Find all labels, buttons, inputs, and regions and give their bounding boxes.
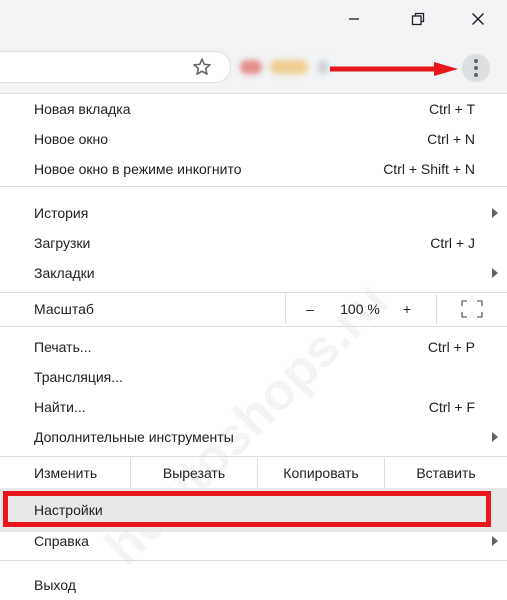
menu-item-print[interactable]: Печать... Ctrl + P: [0, 332, 507, 362]
annotation-highlight-box: [3, 491, 491, 527]
menu-item-new-window[interactable]: Новое окно Ctrl + N: [0, 124, 507, 154]
menu-item-find[interactable]: Найти... Ctrl + F: [0, 392, 507, 422]
chevron-right-icon: [492, 268, 498, 278]
menu-item-edit: Изменить Вырезать Копировать Вставить: [0, 458, 507, 488]
minimize-icon[interactable]: [331, 0, 377, 38]
close-icon[interactable]: [455, 0, 501, 38]
browser-toolbar: [0, 38, 507, 94]
three-dots-vertical-icon[interactable]: [462, 54, 490, 82]
restore-icon[interactable]: [395, 0, 441, 38]
menu-item-new-tab[interactable]: Новая вкладка Ctrl + T: [0, 94, 507, 124]
cut-button[interactable]: Вырезать: [131, 458, 257, 488]
extension-icon[interactable]: [318, 60, 328, 74]
menu-divider: [0, 186, 507, 187]
chevron-right-icon: [492, 432, 498, 442]
menu-item-help[interactable]: Справка: [0, 526, 507, 556]
extension-icon[interactable]: [270, 60, 308, 74]
menu-divider: [0, 560, 507, 561]
window-titlebar: [0, 0, 507, 38]
menu-item-more-tools[interactable]: Дополнительные инструменты: [0, 422, 507, 452]
menu-item-bookmarks[interactable]: Закладки: [0, 258, 507, 288]
annotation-arrow: [330, 62, 458, 76]
chrome-main-menu: howtoshops.ru Новая вкладка Ctrl + T Нов…: [0, 94, 507, 600]
menu-divider: [0, 292, 507, 293]
menu-item-zoom: Масштаб – 100 % +: [0, 294, 507, 324]
menu-divider: [0, 456, 507, 457]
zoom-value: 100 %: [340, 301, 380, 317]
fullscreen-icon[interactable]: [437, 294, 507, 324]
paste-button[interactable]: Вставить: [385, 458, 507, 488]
chevron-right-icon: [492, 536, 498, 546]
menu-item-incognito[interactable]: Новое окно в режиме инкогнито Ctrl + Shi…: [0, 154, 507, 184]
extension-icon[interactable]: [240, 60, 262, 74]
menu-item-exit[interactable]: Выход: [0, 570, 507, 600]
star-icon[interactable]: [192, 57, 212, 77]
menu-item-history[interactable]: История: [0, 198, 507, 228]
zoom-in-button[interactable]: +: [395, 294, 419, 324]
menu-item-downloads[interactable]: Загрузки Ctrl + J: [0, 228, 507, 258]
copy-button[interactable]: Копировать: [258, 458, 384, 488]
menu-item-cast[interactable]: Трансляция...: [0, 362, 507, 392]
chevron-right-icon: [492, 208, 498, 218]
menu-divider: [0, 326, 507, 327]
zoom-out-button[interactable]: –: [295, 294, 325, 324]
